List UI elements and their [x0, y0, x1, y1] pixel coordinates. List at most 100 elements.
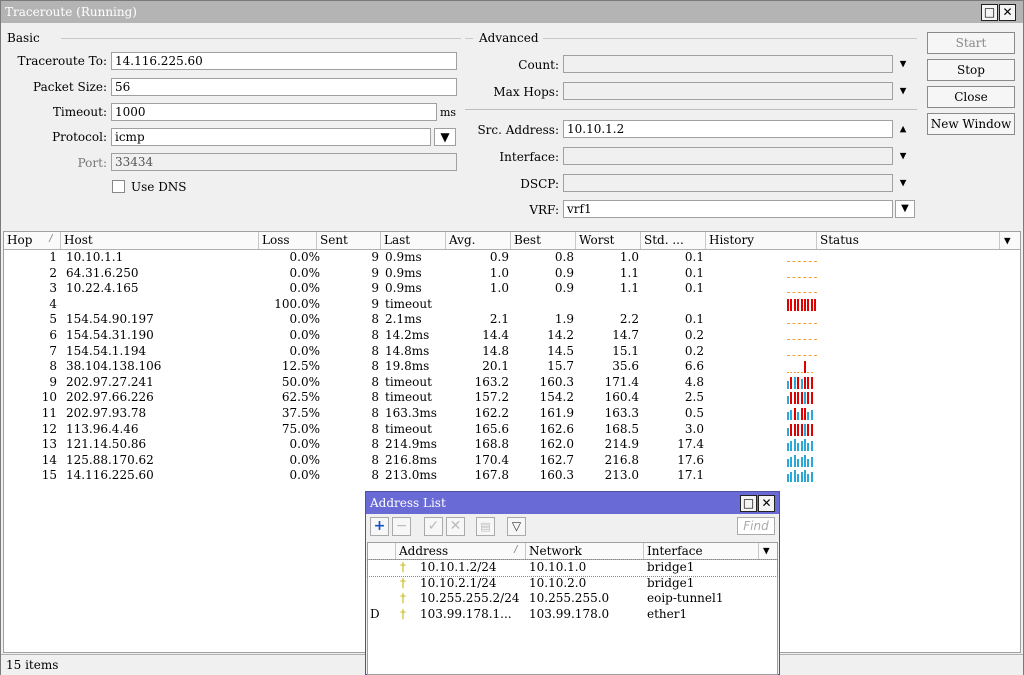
protocol-dropdown-icon[interactable]: ▼ — [434, 128, 456, 146]
comment-icon[interactable]: ▤ — [476, 517, 495, 536]
columns-menu-dropdown-icon[interactable]: ▼ — [1004, 232, 1011, 249]
address-row[interactable]: † 10.10.2.1/24 10.10.2.0 bridge1 — [368, 576, 777, 592]
new-window-button[interactable]: New Window — [927, 113, 1015, 135]
max-hops-input[interactable] — [563, 82, 893, 100]
dscp-dropdown-icon[interactable]: ▼ — [896, 175, 910, 191]
protocol-label: Protocol: — [52, 130, 107, 144]
cell-worst: 216.8 — [604, 452, 639, 467]
enable-check-icon[interactable]: ✓ — [424, 517, 443, 536]
count-input[interactable] — [563, 55, 893, 73]
add-icon[interactable]: + — [370, 517, 389, 536]
table-row[interactable]: 4 100.0% 9 timeout — [4, 297, 1020, 313]
table-row[interactable]: 7 154.54.1.194 0.0% 8 14.8ms 14.8 14.5 15.1 0.2 — [4, 344, 1020, 360]
table-row[interactable]: 12 113.96.4.46 75.0% 8 timeout 165.6 162.6 168.… — [4, 422, 1020, 438]
column-status[interactable]: Status — [817, 232, 1000, 249]
timeout-input[interactable]: 1000 — [111, 103, 437, 121]
network-cell: 10.255.255.0 — [529, 591, 610, 605]
cell-sent: 8 — [371, 328, 379, 342]
table-row[interactable]: 14 125.88.170.62 0.0% 8 216.8ms 170.4 162.7 216… — [4, 453, 1020, 469]
cell-last: 0.9ms — [385, 265, 422, 280]
column-best[interactable]: Best — [511, 232, 576, 249]
stop-button[interactable]: Stop — [927, 59, 1015, 81]
table-row[interactable]: 11 202.97.93.78 37.5% 8 163.3ms 162.2 161.9 163… — [4, 406, 1020, 422]
address-flag — [370, 560, 390, 576]
column-flags[interactable] — [368, 543, 396, 559]
column-network[interactable]: Network — [526, 543, 644, 559]
column-avg[interactable]: Avg. — [446, 232, 511, 249]
cell-host — [66, 297, 259, 313]
address-cell: 10.10.1.2/24 — [420, 560, 497, 574]
cell-std: 0.1 — [684, 265, 704, 280]
column-std[interactable]: Std. ... — [641, 232, 706, 249]
advanced-separator — [465, 109, 917, 110]
filter-icon[interactable]: ▽ — [507, 517, 526, 536]
maximize-icon[interactable]: □ — [981, 4, 998, 21]
close-button[interactable]: Close — [927, 86, 1015, 108]
cell-hop: 1 — [49, 250, 57, 264]
cell-best: 14.5 — [547, 343, 574, 358]
cell-loss: 37.5% — [281, 406, 320, 420]
max-hops-dropdown-icon[interactable]: ▼ — [896, 83, 910, 99]
disable-x-icon[interactable]: ✕ — [446, 517, 465, 536]
address-row[interactable]: † 10.255.255.2/24 10.255.255.0 eoip-tunnel1 — [368, 591, 777, 607]
table-row[interactable]: 1 10.10.1.1 0.0% 9 0.9ms 0.9 0.8 1.0 0.1 — [4, 250, 1020, 266]
table-row[interactable]: 9 202.97.27.241 50.0% 8 timeout 163.2 160.3 171… — [4, 375, 1020, 391]
remove-icon[interactable]: − — [392, 517, 411, 536]
address-row[interactable]: D † 103.99.178.1... 103.99.178.0 ether1 — [368, 607, 777, 623]
column-history[interactable]: History — [706, 232, 817, 249]
cell-avg: 168.8 — [474, 437, 509, 452]
column-sent[interactable]: Sent — [317, 232, 381, 249]
cell-std: 17.6 — [677, 452, 704, 467]
dscp-input[interactable] — [563, 174, 893, 192]
address-list-close-icon[interactable]: ✕ — [758, 495, 775, 512]
packet-size-input[interactable]: 56 — [111, 78, 457, 96]
interface-cell: bridge1 — [647, 575, 695, 590]
window-titlebar[interactable]: Traceroute (Running) □ ✕ — [1, 1, 1023, 23]
table-row[interactable]: 10 202.97.66.226 62.5% 8 timeout 157.2 154.2 16… — [4, 390, 1020, 406]
column-worst[interactable]: Worst — [576, 232, 641, 249]
column-last[interactable]: Last — [381, 232, 446, 249]
column-interface[interactable]: Interface — [644, 543, 759, 559]
start-button[interactable]: Start — [927, 32, 1015, 54]
table-row[interactable]: 8 38.104.138.106 12.5% 8 19.8ms 20.1 15.7 35.6 6… — [4, 359, 1020, 375]
src-address-input[interactable]: 10.10.1.2 — [563, 120, 893, 138]
find-input[interactable]: Find — [737, 517, 775, 535]
column-host[interactable]: Host — [61, 232, 259, 249]
vrf-dropdown-icon[interactable]: ▼ — [895, 200, 915, 218]
cell-worst: 15.1 — [612, 343, 639, 358]
table-row[interactable]: 13 121.14.50.86 0.0% 8 214.9ms 168.8 162.0 214.… — [4, 437, 1020, 453]
cell-avg: 157.2 — [474, 390, 509, 405]
port-input[interactable]: 33434 — [111, 153, 457, 171]
cell-avg: 0.9 — [489, 250, 509, 264]
column-loss[interactable]: Loss — [259, 232, 317, 249]
close-icon[interactable]: ✕ — [999, 4, 1016, 21]
interface-dropdown-icon[interactable]: ▼ — [896, 148, 910, 164]
column-address[interactable]: Address — [396, 543, 526, 559]
table-row[interactable]: 6 154.54.31.190 0.0% 8 14.2ms 14.4 14.2 14.7 0.2 — [4, 328, 1020, 344]
table-row[interactable]: 5 154.54.90.197 0.0% 8 2.1ms 2.1 1.9 2.2 0.1 — [4, 312, 1020, 328]
cell-last: timeout — [385, 421, 432, 436]
cell-sent: 8 — [371, 374, 379, 389]
count-dropdown-icon[interactable]: ▼ — [896, 56, 910, 72]
address-list-titlebar[interactable]: Address List □ ✕ — [366, 492, 779, 514]
traceroute-to-input[interactable]: 14.116.225.60 — [111, 52, 457, 70]
history-sparkline — [787, 438, 817, 452]
interface-input[interactable] — [563, 147, 893, 165]
address-row[interactable]: † 10.10.1.2/24 10.10.1.0 bridge1 — [367, 559, 778, 577]
history-sparkline — [787, 282, 817, 296]
protocol-select[interactable]: icmp — [111, 128, 431, 146]
table-row[interactable]: 15 14.116.225.60 0.0% 8 213.0ms 167.8 160.3 213… — [4, 468, 1020, 484]
use-dns-checkbox[interactable] — [112, 180, 125, 193]
cell-last: 0.9ms — [385, 281, 422, 296]
src-address-collapse-icon[interactable]: ▲ — [896, 121, 910, 137]
cell-best: 0.9 — [554, 281, 574, 296]
address-columns-dropdown-icon[interactable]: ▼ — [763, 543, 770, 559]
address-list-maximize-icon[interactable]: □ — [740, 495, 757, 512]
cell-host: 64.31.6.250 — [66, 265, 139, 280]
table-row[interactable]: 3 10.22.4.165 0.0% 9 0.9ms 1.0 0.9 1.1 0.1 — [4, 281, 1020, 297]
cell-sent: 8 — [371, 421, 379, 436]
vrf-select[interactable]: vrf1 — [563, 200, 893, 218]
cell-hop: 2 — [49, 265, 57, 280]
table-row[interactable]: 2 64.31.6.250 0.0% 9 0.9ms 1.0 0.9 1.1 0.1 — [4, 266, 1020, 282]
cell-worst: 14.7 — [612, 328, 639, 342]
